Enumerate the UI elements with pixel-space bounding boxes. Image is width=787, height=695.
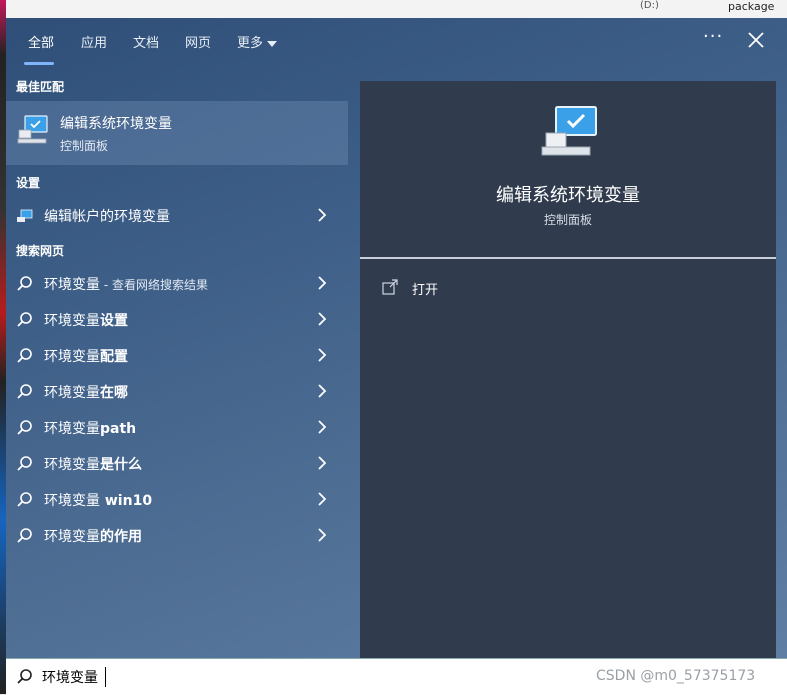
web-result-suffix: path bbox=[100, 421, 137, 437]
tab-documents[interactable]: 文档 bbox=[133, 32, 159, 51]
search-icon bbox=[17, 312, 32, 327]
web-search-heading: 搜索网页 bbox=[16, 244, 65, 258]
web-result-prefix: 环境变量 bbox=[44, 277, 100, 293]
chevron-right-icon bbox=[318, 312, 327, 326]
watermark: CSDN @m0_57375173 bbox=[596, 668, 756, 684]
search-icon bbox=[17, 348, 32, 363]
web-result-prefix: 环境变量 bbox=[44, 457, 100, 473]
preview-pane: 编辑系统环境变量 控制面板 打开 bbox=[360, 81, 776, 658]
web-result-suffix: 是什么 bbox=[100, 457, 142, 473]
search-icon bbox=[17, 384, 32, 399]
web-result-item[interactable]: 环境变量的作用 bbox=[6, 518, 348, 552]
open-action-label: 打开 bbox=[412, 283, 439, 298]
search-window: 全部 应用 文档 网页 更多 ··· 最佳匹配 编辑系统环境变量 控制面板 设置 bbox=[6, 18, 787, 658]
active-tab-indicator bbox=[24, 62, 54, 65]
preview-divider bbox=[360, 257, 776, 259]
web-result-prefix: 环境变量 bbox=[44, 349, 100, 365]
search-icon bbox=[17, 276, 32, 291]
tab-more-label: 更多 bbox=[237, 36, 264, 51]
preview-title: 编辑系统环境变量 bbox=[496, 185, 640, 206]
chevron-down-icon bbox=[267, 40, 278, 47]
web-result-prefix: 环境变量 bbox=[44, 529, 100, 545]
web-result-suffix: 在哪 bbox=[100, 385, 128, 401]
search-input[interactable] bbox=[42, 666, 602, 688]
chevron-right-icon bbox=[318, 384, 327, 398]
chevron-right-icon bbox=[318, 420, 327, 434]
web-result-item[interactable]: 环境变量设置 bbox=[6, 302, 348, 336]
background-file-text: package bbox=[728, 0, 775, 13]
best-match-heading: 最佳匹配 bbox=[16, 80, 65, 94]
chevron-right-icon bbox=[318, 208, 327, 222]
best-match-subtitle: 控制面板 bbox=[60, 139, 109, 153]
background-drive-text: (D:) bbox=[640, 0, 659, 11]
chevron-right-icon bbox=[318, 492, 327, 506]
web-result-prefix: 环境变量 bbox=[44, 493, 100, 509]
search-icon bbox=[17, 420, 32, 435]
settings-heading: 设置 bbox=[16, 176, 41, 190]
web-result-item[interactable]: 环境变量是什么 bbox=[6, 446, 348, 480]
web-result-item[interactable]: 环境变量 - 查看网络搜索结果 bbox=[6, 266, 348, 300]
chevron-right-icon bbox=[318, 456, 327, 470]
preview-subtitle: 控制面板 bbox=[543, 213, 592, 227]
web-result-suffix: 设置 bbox=[100, 313, 128, 329]
tab-more[interactable]: 更多 bbox=[237, 32, 278, 51]
tab-all[interactable]: 全部 bbox=[28, 32, 54, 51]
settings-item-user-env[interactable]: 编辑帐户的环境变量 bbox=[6, 198, 348, 232]
settings-computer-icon bbox=[17, 209, 33, 222]
best-match-title: 编辑系统环境变量 bbox=[60, 116, 172, 132]
search-icon bbox=[17, 669, 32, 684]
text-cursor bbox=[105, 667, 106, 687]
search-icon bbox=[17, 492, 32, 507]
web-result-prefix: 环境变量 bbox=[44, 313, 100, 329]
web-result-prefix: 环境变量 bbox=[44, 385, 100, 401]
computer-icon bbox=[541, 106, 597, 156]
search-bar: CSDN @m0_57375173 bbox=[6, 658, 787, 695]
tab-web[interactable]: 网页 bbox=[185, 32, 211, 51]
web-result-suffix: 配置 bbox=[100, 349, 128, 365]
results-list: 最佳匹配 编辑系统环境变量 控制面板 设置 编辑帐户的环境变量 搜索网页 环境变… bbox=[6, 68, 348, 658]
web-result-item[interactable]: 环境变量在哪 bbox=[6, 374, 348, 408]
open-external-icon bbox=[382, 279, 398, 295]
web-result-item[interactable]: 环境变量path bbox=[6, 410, 348, 444]
chevron-right-icon bbox=[318, 348, 327, 362]
close-icon[interactable] bbox=[744, 28, 768, 52]
search-icon bbox=[17, 528, 32, 543]
tab-apps[interactable]: 应用 bbox=[81, 32, 107, 51]
web-result-hint: - 查看网络搜索结果 bbox=[100, 278, 208, 292]
settings-item-label: 编辑帐户的环境变量 bbox=[44, 209, 170, 225]
search-icon bbox=[17, 456, 32, 471]
best-match-item[interactable]: 编辑系统环境变量 控制面板 bbox=[6, 101, 348, 165]
chevron-right-icon bbox=[318, 528, 327, 542]
web-result-item[interactable]: 环境变量 win10 bbox=[6, 482, 348, 516]
filter-tabs: 全部 应用 文档 网页 更多 ··· bbox=[6, 18, 787, 68]
more-options-button[interactable]: ··· bbox=[703, 26, 723, 47]
web-result-suffix: win10 bbox=[100, 493, 153, 509]
web-result-prefix: 环境变量 bbox=[44, 421, 100, 437]
computer-icon bbox=[17, 115, 48, 144]
open-action-button[interactable]: 打开 bbox=[376, 273, 576, 301]
web-result-item[interactable]: 环境变量配置 bbox=[6, 338, 348, 372]
background-window-strip: (D:) package bbox=[0, 0, 787, 18]
chevron-right-icon bbox=[318, 276, 327, 290]
web-result-suffix: 的作用 bbox=[100, 529, 142, 545]
